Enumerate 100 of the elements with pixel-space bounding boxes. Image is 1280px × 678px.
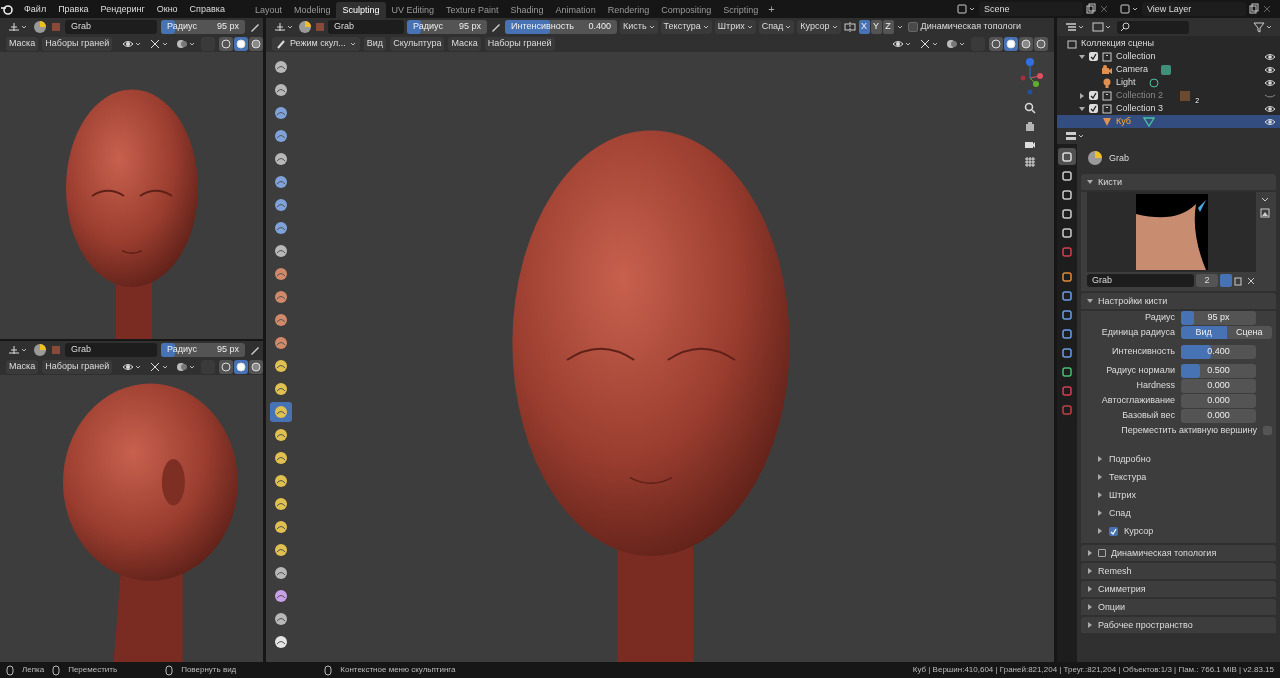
menu-button[interactable]: Маска (448, 36, 481, 51)
menu-button[interactable]: Текстура (660, 19, 712, 34)
brush-name-field[interactable]: Grab (1087, 274, 1194, 287)
value-slider[interactable]: 95 px (1181, 310, 1256, 325)
strength-slider[interactable]: Интенсивность 0.400 (505, 19, 617, 34)
value-slider[interactable]: 0.500 (1181, 363, 1256, 378)
name-field[interactable]: View Layer (1142, 2, 1246, 16)
grid-icon[interactable] (1024, 156, 1036, 168)
image-icon[interactable] (1260, 208, 1270, 218)
filter-button[interactable] (1251, 20, 1274, 34)
collapsed-arrow-icon[interactable] (1078, 91, 1086, 100)
workspace-tab[interactable]: Texture Paint (440, 2, 505, 18)
shading-mode-button[interactable] (234, 36, 249, 51)
axis-toggle[interactable]: X (858, 19, 870, 34)
shading-mode-button[interactable] (219, 36, 234, 51)
value-slider[interactable]: 0.000 (1181, 378, 1256, 393)
value-slider[interactable]: 0.000 (1181, 408, 1256, 423)
brush-name-field[interactable]: Grab (328, 19, 404, 34)
workspace-tab[interactable]: Scripting (717, 2, 765, 18)
brush-icon[interactable] (33, 19, 47, 34)
shading-mode-button[interactable] (219, 359, 234, 374)
eye-icon[interactable] (1264, 77, 1276, 88)
subpanel-header[interactable]: Штрих (1085, 487, 1272, 503)
close-icon[interactable] (1099, 4, 1109, 14)
outliner-row[interactable]: Collection 3 (1057, 102, 1280, 115)
workspace-tab[interactable]: Sculpting (336, 2, 386, 18)
expanded-arrow-icon[interactable] (1078, 104, 1086, 113)
panel-header[interactable]: Рабочее пространство (1081, 617, 1276, 633)
copy-icon[interactable] (1248, 3, 1260, 15)
menu-button[interactable]: Маска (6, 359, 39, 374)
shading-mode-button[interactable] (989, 36, 1003, 51)
value-slider[interactable]: 0.000 (1181, 393, 1256, 408)
toggle-option[interactable]: Вид (1181, 326, 1227, 339)
workspace-tab[interactable]: UV Editing (385, 2, 441, 18)
shading-mode-button[interactable] (1004, 36, 1018, 51)
outliner-row[interactable]: Camera (1057, 63, 1280, 76)
menu-button[interactable]: Наборы граней (484, 36, 555, 51)
subpanel-header[interactable]: Спад (1085, 505, 1272, 521)
menu-item[interactable]: Правка (52, 4, 95, 14)
zoom-icon[interactable] (1024, 102, 1036, 114)
brush-name-field[interactable]: Grab (65, 342, 157, 357)
brush-icon[interactable] (33, 342, 47, 357)
close-icon[interactable] (1262, 4, 1272, 14)
shading-mode-button[interactable] (1034, 36, 1048, 51)
hand-icon[interactable] (1024, 120, 1036, 132)
menu-item[interactable]: Файл (18, 4, 53, 14)
close-icon[interactable] (1246, 275, 1256, 286)
shading-mode-button[interactable] (234, 359, 249, 374)
subpanel-header[interactable]: Текстура (1085, 469, 1272, 485)
menu-button[interactable]: Спад (758, 19, 795, 34)
subpanel-header[interactable]: Подробно (1085, 451, 1272, 467)
menu-button[interactable]: Штрих (714, 19, 756, 34)
shading-mode-button[interactable] (249, 36, 263, 51)
menu-button[interactable]: Наборы граней (42, 36, 113, 51)
workspace-tab[interactable]: Modeling (287, 2, 337, 18)
panel-header[interactable]: Опции (1081, 599, 1276, 615)
checkbox[interactable] (1089, 91, 1098, 100)
outliner-row[interactable]: Коллекция сцены (1057, 37, 1280, 50)
axis-toggle[interactable]: Z (882, 19, 894, 34)
panel-header[interactable]: Динамическая топология (1081, 545, 1276, 561)
view-layer-button[interactable] (1117, 2, 1140, 16)
add-workspace-button[interactable]: + (764, 3, 779, 15)
eye-icon[interactable] (1264, 64, 1276, 75)
sculpt-tool-button[interactable] (270, 402, 292, 422)
workspace-tab[interactable]: Layout (248, 2, 288, 18)
menu-item[interactable]: Окно (150, 4, 184, 14)
axis-toggle[interactable]: Y (870, 19, 882, 34)
checkbox[interactable] (907, 21, 918, 32)
panel-header[interactable]: Симметрия (1081, 581, 1276, 597)
outliner-row[interactable]: Куб (1057, 115, 1280, 128)
shading-mode-button[interactable] (1019, 36, 1033, 51)
display-mode-button[interactable] (1063, 20, 1086, 34)
name-field[interactable]: Scene (979, 2, 1083, 16)
checkbox[interactable] (1263, 426, 1272, 435)
brush-icon[interactable] (1087, 150, 1103, 166)
app-logo-icon[interactable] (0, 3, 14, 15)
scene-button[interactable] (954, 2, 977, 16)
expanded-arrow-icon[interactable] (1078, 52, 1086, 61)
eye-icon[interactable] (1264, 103, 1276, 114)
menu-item[interactable]: Рендеринг (94, 4, 151, 14)
mode-dropdown[interactable]: Режим скул... (272, 36, 360, 51)
panel-header[interactable]: Кисти (1081, 174, 1276, 190)
shading-mode-button[interactable] (249, 359, 263, 374)
checkbox[interactable] (1089, 104, 1098, 113)
menu-item[interactable]: Справка (183, 4, 231, 14)
brush-icon[interactable] (298, 19, 312, 34)
editor-type-button[interactable] (1063, 129, 1086, 143)
menu-button[interactable]: Маска (6, 36, 39, 51)
brush-name-field[interactable]: Grab (65, 19, 157, 34)
eye-icon[interactable] (1264, 51, 1276, 62)
workspace-tab[interactable]: Compositing (655, 2, 718, 18)
menu-button[interactable]: Скульптура (390, 36, 445, 51)
eye-icon[interactable] (1264, 116, 1276, 127)
properties-tab[interactable] (1058, 148, 1076, 165)
filter-view-button[interactable] (1090, 20, 1113, 34)
toggle-option[interactable]: Сцена (1226, 326, 1272, 339)
panel-header[interactable]: Настройки кисти (1081, 293, 1276, 309)
workspace-tab[interactable]: Animation (549, 2, 602, 18)
workspace-tab[interactable]: Rendering (601, 2, 656, 18)
panel-header[interactable]: Remesh (1081, 563, 1276, 579)
